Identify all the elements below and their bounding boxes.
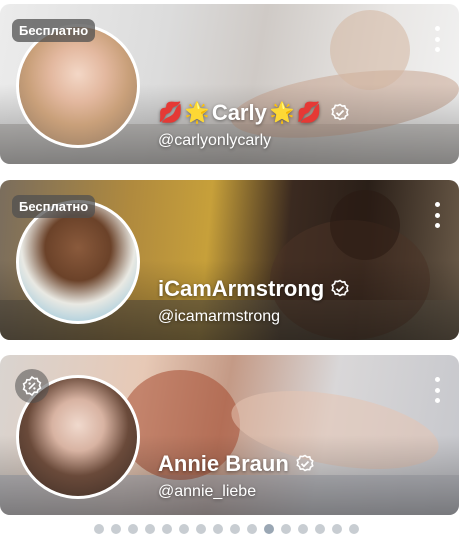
verified-badge-icon bbox=[295, 454, 315, 474]
star-emoji: 🌟 bbox=[269, 102, 295, 124]
pagination-dot[interactable] bbox=[247, 524, 257, 534]
lips-emoji: 💋 bbox=[158, 102, 183, 124]
card-background-photo bbox=[330, 10, 410, 90]
pagination-dot[interactable] bbox=[179, 524, 189, 534]
pagination-dot[interactable] bbox=[213, 524, 223, 534]
verified-badge-icon bbox=[330, 279, 350, 299]
star-emoji: 🌟 bbox=[184, 102, 210, 124]
creator-name-text: iCamArmstrong bbox=[158, 276, 325, 301]
avatar[interactable] bbox=[16, 24, 140, 148]
pagination-dot[interactable] bbox=[298, 524, 308, 534]
creator-name-text: Annie Braun bbox=[158, 451, 289, 476]
creator-name[interactable]: 💋 🌟 Carly 🌟 💋 bbox=[158, 100, 350, 126]
free-badge: Бесплатно bbox=[12, 195, 96, 218]
card-background-photo bbox=[330, 190, 400, 260]
pagination-dot[interactable] bbox=[281, 524, 291, 534]
pagination-dot[interactable] bbox=[230, 524, 240, 534]
more-vertical-icon[interactable] bbox=[429, 26, 445, 52]
creator-handle[interactable]: @icamarmstrong bbox=[158, 308, 280, 326]
creator-handle[interactable]: @carlyonlycarly bbox=[158, 132, 271, 150]
pagination-dot[interactable] bbox=[94, 524, 104, 534]
creator-handle[interactable]: @annie_liebe bbox=[158, 483, 256, 501]
pagination-dot[interactable] bbox=[145, 524, 155, 534]
pagination-dots bbox=[94, 524, 359, 534]
verified-badge-icon bbox=[330, 103, 350, 123]
pagination-dot[interactable] bbox=[196, 524, 206, 534]
free-badge: Бесплатно bbox=[12, 19, 96, 42]
discount-badge-icon bbox=[15, 369, 49, 403]
pagination-dot-active[interactable] bbox=[264, 524, 274, 534]
creator-card-carly[interactable]: Бесплатно 💋 🌟 Carly 🌟 💋 @carlyonlycarly bbox=[0, 4, 459, 164]
avatar[interactable] bbox=[16, 200, 140, 324]
pagination-dot[interactable] bbox=[128, 524, 138, 534]
creator-name-text: Carly bbox=[211, 100, 267, 125]
creator-card-icamarmstrong[interactable]: Бесплатно iCamArmstrong @icamarmstrong bbox=[0, 180, 459, 340]
pagination-dot[interactable] bbox=[349, 524, 359, 534]
pagination-dot[interactable] bbox=[111, 524, 121, 534]
creator-name[interactable]: iCamArmstrong bbox=[158, 276, 350, 302]
pagination-dot[interactable] bbox=[332, 524, 342, 534]
pagination-dot[interactable] bbox=[162, 524, 172, 534]
more-vertical-icon[interactable] bbox=[429, 202, 445, 228]
pagination-dot[interactable] bbox=[315, 524, 325, 534]
lips-emoji: 💋 bbox=[296, 102, 322, 124]
creator-name[interactable]: Annie Braun bbox=[158, 451, 315, 477]
creator-card-annie-braun[interactable]: Annie Braun @annie_liebe bbox=[0, 355, 459, 515]
more-vertical-icon[interactable] bbox=[429, 377, 445, 403]
